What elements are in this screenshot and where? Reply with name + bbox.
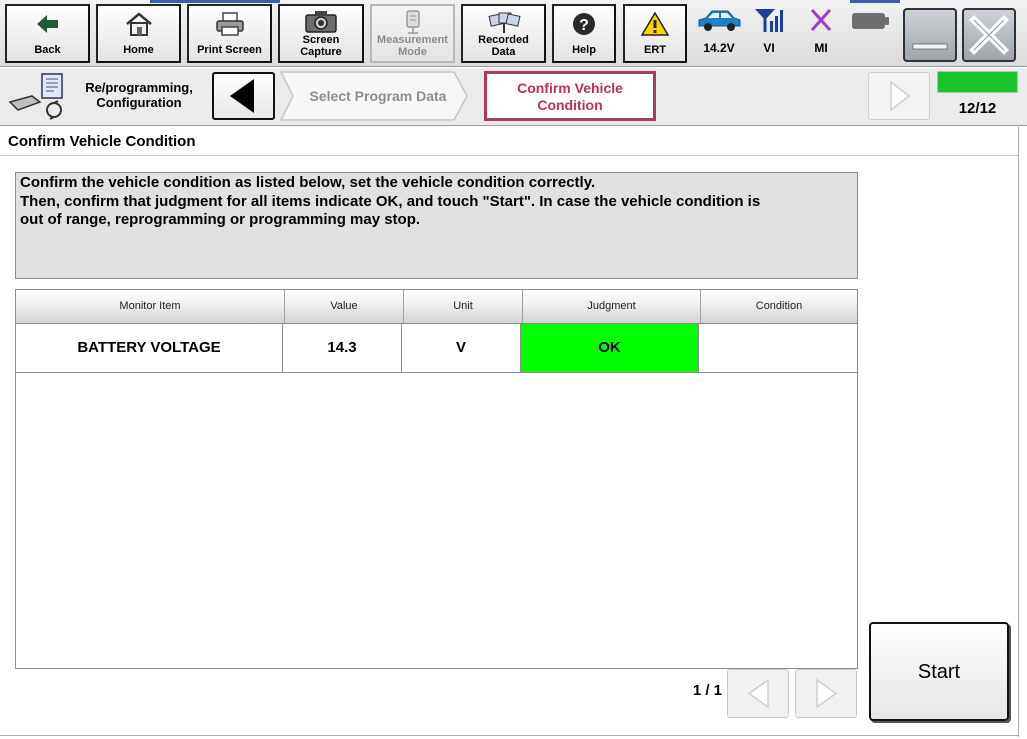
column-header-monitor-item: Monitor Item xyxy=(16,290,285,323)
back-arrow-icon xyxy=(7,11,88,39)
reprogramming-icon xyxy=(6,72,68,120)
page-next-button[interactable] xyxy=(795,669,857,718)
mi-label: MI xyxy=(814,41,828,55)
vi-status: VI xyxy=(749,6,789,55)
cell-judgment: OK xyxy=(521,324,699,372)
cell-value: 14.3 xyxy=(283,324,402,372)
page-previous-button[interactable] xyxy=(727,669,789,718)
back-button[interactable]: Back xyxy=(5,4,90,63)
mi-status: MI xyxy=(801,6,841,55)
print-screen-label: Print Screen xyxy=(197,44,262,56)
cell-unit: V xyxy=(402,324,521,372)
divider xyxy=(1018,127,1019,737)
battery-icon xyxy=(852,13,889,29)
back-label: Back xyxy=(34,44,61,56)
progress-fill xyxy=(938,72,1017,92)
battery-voltage-value: 14.2V xyxy=(703,41,735,55)
camera-icon xyxy=(280,9,362,37)
mi-disconnected-icon xyxy=(810,8,832,32)
measurement-mode-button[interactable]: Measurement Mode xyxy=(370,4,455,63)
start-button-label: Start xyxy=(917,661,961,683)
page-title: Confirm Vehicle Condition xyxy=(8,133,196,150)
ert-button[interactable]: ERT xyxy=(623,4,687,63)
home-icon xyxy=(98,11,179,39)
signal-icon xyxy=(755,9,783,32)
start-button[interactable]: Start xyxy=(869,622,1009,721)
cell-condition xyxy=(699,324,857,372)
warning-icon xyxy=(625,11,685,39)
column-header-judgment: Judgment xyxy=(523,290,701,323)
divider xyxy=(0,735,1018,736)
close-button[interactable] xyxy=(962,8,1016,62)
table-header: Monitor Item Value Unit Judgment Conditi… xyxy=(16,290,857,324)
step-select-program-data: Select Program Data xyxy=(280,71,468,121)
vi-label: VI xyxy=(763,41,775,55)
table-row: BATTERY VOLTAGE 14.3 V OK xyxy=(16,324,857,373)
help-label: Help xyxy=(572,44,596,56)
recorded-data-label: Recorded Data xyxy=(478,34,529,58)
monitor-table: Monitor Item Value Unit Judgment Conditi… xyxy=(15,289,858,669)
right-arrow-icon xyxy=(890,80,911,112)
column-header-value: Value xyxy=(285,290,404,323)
home-label: Home xyxy=(123,44,154,56)
home-button[interactable]: Home xyxy=(96,4,181,63)
recorded-data-icon xyxy=(463,9,544,37)
progress-bar xyxy=(937,71,1018,93)
measurement-meter-icon xyxy=(372,9,453,37)
instruction-box: Confirm the vehicle condition as listed … xyxy=(15,172,858,279)
car-icon xyxy=(698,10,741,31)
step-counter: 12/12 xyxy=(958,100,997,117)
navigation-bar: Re/programming, Configuration Select Prog… xyxy=(0,68,1027,126)
svg-text:?: ? xyxy=(579,17,589,34)
printer-icon xyxy=(189,11,270,39)
column-header-condition: Condition xyxy=(701,290,857,323)
screen-capture-button[interactable]: Screen Capture xyxy=(278,4,364,63)
left-arrow-icon xyxy=(230,79,254,113)
screen-capture-label: Screen Capture xyxy=(300,34,342,58)
recorded-data-button[interactable]: Recorded Data xyxy=(461,4,546,63)
column-header-unit: Unit xyxy=(404,290,523,323)
page-indicator: 1 / 1 xyxy=(692,682,722,699)
page-right-arrow-icon xyxy=(816,678,838,709)
page-left-arrow-icon xyxy=(747,678,769,709)
section-label: Re/programming, Configuration xyxy=(85,80,193,110)
measurement-mode-label: Measurement Mode xyxy=(377,34,448,58)
next-step-button[interactable] xyxy=(868,72,930,120)
step-current-label: Confirm Vehicle Condition xyxy=(517,80,623,113)
help-icon: ? xyxy=(554,11,614,39)
step-select-program-data-label: Select Program Data xyxy=(309,88,447,104)
title-strip-right xyxy=(850,0,900,3)
instruction-line: out of range, reprogramming or programmi… xyxy=(20,211,421,228)
minimize-icon xyxy=(912,43,948,50)
top-toolbar: Back Home Print Screen Screen Capture Mea… xyxy=(0,0,1027,67)
minimize-button[interactable] xyxy=(903,8,957,62)
title-strip xyxy=(150,0,280,3)
help-button[interactable]: ? Help xyxy=(552,4,616,63)
close-icon xyxy=(969,15,1009,55)
print-screen-button[interactable]: Print Screen xyxy=(187,4,272,63)
previous-step-button[interactable] xyxy=(212,72,275,120)
battery-voltage-status: 14.2V xyxy=(694,6,744,55)
instruction-line: Confirm the vehicle condition as listed … xyxy=(20,174,596,191)
step-confirm-vehicle-condition: Confirm Vehicle Condition xyxy=(484,71,656,121)
instruction-line: Then, confirm that judgment for all item… xyxy=(20,192,761,210)
page-title-bar: Confirm Vehicle Condition xyxy=(0,127,1018,156)
cell-monitor-item: BATTERY VOLTAGE xyxy=(16,324,283,372)
battery-status xyxy=(848,6,892,39)
ert-label: ERT xyxy=(644,44,666,56)
